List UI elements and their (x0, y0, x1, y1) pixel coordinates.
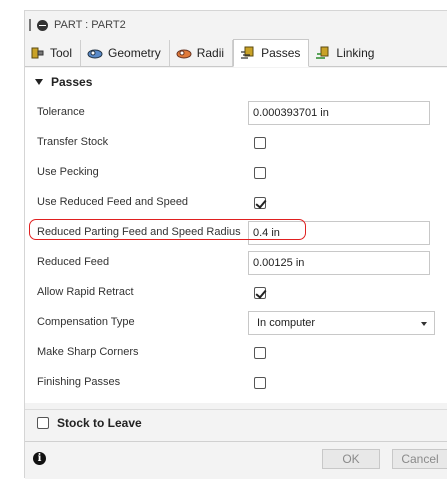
titlebar: PART : PART2 (25, 11, 447, 39)
tab-radii[interactable]: Radii (169, 40, 234, 66)
reduced-parting-radius-row: Reduced Parting Feed and Speed Radius 0.… (25, 218, 447, 248)
reduced-feed-row: Reduced Feed 0.00125 in (25, 248, 447, 278)
tab-tool[interactable]: Tool (25, 40, 82, 66)
collapse-circle-icon[interactable] (37, 19, 48, 31)
make-sharp-corners-label: Make Sharp Corners (37, 346, 139, 358)
passes-section-header[interactable]: Passes (25, 68, 447, 96)
tolerance-input[interactable]: 0.000393701 in (248, 101, 430, 125)
compensation-type-select[interactable]: In computer (248, 311, 435, 335)
window-title: PART : PART2 (54, 19, 126, 31)
cancel-button[interactable]: Cancel (392, 449, 447, 469)
tool-icon (31, 47, 44, 59)
tab-tool-label: Tool (50, 46, 73, 60)
tab-radii-label: Radii (196, 46, 225, 60)
use-reduced-feed-row: Use Reduced Feed and Speed (25, 188, 447, 218)
make-sharp-corners-row: Make Sharp Corners (25, 338, 447, 368)
linking-icon (316, 46, 329, 59)
dialog-footer: i OK Cancel (25, 441, 447, 479)
tab-passes[interactable]: Passes (233, 39, 310, 67)
make-sharp-corners-checkbox[interactable] (254, 347, 266, 359)
use-pecking-checkbox[interactable] (254, 167, 266, 179)
transfer-stock-row: Transfer Stock (25, 128, 447, 158)
passes-panel: Passes Tolerance 0.000393701 in Transfer… (25, 68, 447, 403)
dropdown-arrow-icon (421, 322, 427, 326)
tab-linking-label: Linking (336, 46, 375, 60)
compensation-type-label: Compensation Type (37, 316, 135, 328)
tab-passes-label: Passes (261, 46, 301, 60)
tab-bar: Tool Geometry Radii Passes Linking (25, 39, 447, 67)
stock-to-leave-label: Stock to Leave (57, 415, 142, 430)
reduced-parting-radius-input[interactable]: 0.4 in (248, 221, 430, 245)
tolerance-label: Tolerance (37, 106, 85, 118)
radii-icon (176, 49, 192, 59)
passes-icon (241, 46, 254, 59)
collapse-triangle-icon (35, 79, 43, 85)
allow-rapid-retract-label: Allow Rapid Retract (37, 286, 134, 298)
compensation-type-row: Compensation Type In computer (25, 308, 447, 338)
allow-rapid-retract-row: Allow Rapid Retract (25, 278, 447, 308)
use-pecking-label: Use Pecking (37, 166, 99, 178)
drag-grip-icon[interactable] (29, 19, 31, 31)
tolerance-row: Tolerance 0.000393701 in (25, 98, 447, 128)
section-title: Passes (51, 75, 93, 89)
compensation-type-value: In computer (257, 317, 316, 329)
allow-rapid-retract-checkbox[interactable] (254, 287, 266, 299)
reduced-feed-input[interactable]: 0.00125 in (248, 251, 430, 275)
use-reduced-feed-label: Use Reduced Feed and Speed (37, 196, 189, 208)
finishing-passes-label: Finishing Passes (37, 376, 121, 388)
passes-dialog: PART : PART2 Tool Geometry Radii Passes … (24, 10, 447, 479)
tab-linking[interactable]: Linking (309, 40, 383, 66)
transfer-stock-checkbox[interactable] (254, 137, 266, 149)
stock-to-leave-section[interactable]: Stock to Leave (25, 409, 447, 435)
reduced-parting-radius-label: Reduced Parting Feed and Speed Radius (37, 226, 241, 238)
geometry-icon (87, 49, 103, 59)
tab-geometry[interactable]: Geometry (81, 40, 170, 66)
finishing-passes-checkbox[interactable] (254, 377, 266, 389)
ok-button[interactable]: OK (322, 449, 380, 469)
use-reduced-feed-checkbox[interactable] (254, 197, 266, 209)
finishing-passes-row: Finishing Passes (25, 368, 447, 398)
use-pecking-row: Use Pecking (25, 158, 447, 188)
stock-to-leave-checkbox[interactable] (37, 416, 49, 429)
info-icon[interactable]: i (33, 452, 46, 465)
transfer-stock-label: Transfer Stock (37, 136, 109, 148)
reduced-feed-label: Reduced Feed (37, 256, 110, 268)
tab-geometry-label: Geometry (108, 46, 161, 60)
